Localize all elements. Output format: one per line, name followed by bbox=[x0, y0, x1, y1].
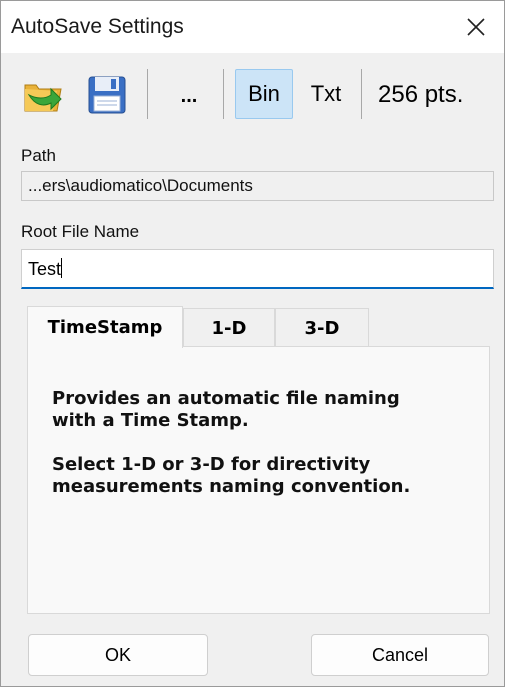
description-line: with a Time Stamp. bbox=[52, 410, 249, 431]
cancel-label: Cancel bbox=[371, 644, 429, 665]
browse-button[interactable]: ... bbox=[165, 73, 213, 119]
open-folder-button[interactable] bbox=[19, 71, 67, 119]
txt-label: Txt bbox=[310, 81, 342, 106]
text-caret bbox=[61, 258, 63, 278]
root-file-name-value: Test bbox=[28, 259, 62, 279]
path-label: Path bbox=[21, 146, 56, 165]
close-icon bbox=[467, 18, 485, 36]
toolbar-separator bbox=[147, 69, 148, 119]
toolbar-separator bbox=[361, 69, 362, 119]
tab-3d[interactable]: 3-D bbox=[275, 308, 369, 348]
tab-label: TimeStamp bbox=[47, 317, 163, 338]
browse-label: ... bbox=[180, 84, 198, 107]
window-title: AutoSave Settings bbox=[11, 15, 184, 38]
points-count: 256 pts. bbox=[378, 81, 464, 108]
tab-label: 1-D bbox=[211, 318, 247, 339]
cancel-button[interactable]: Cancel bbox=[311, 634, 489, 676]
description-line: Provides an automatic file naming bbox=[52, 388, 400, 409]
floppy-disk-icon bbox=[88, 76, 126, 114]
ok-label: OK bbox=[104, 644, 131, 665]
description-line: measurements naming convention. bbox=[52, 476, 411, 497]
bin-label: Bin bbox=[248, 81, 280, 106]
txt-format-button[interactable]: Txt bbox=[297, 69, 355, 119]
folder-green-arrow-icon bbox=[24, 84, 62, 112]
naming-tabs: TimeStamp 1-D 3-D Provides an automatic … bbox=[27, 306, 490, 614]
description-line: Select 1-D or 3-D for directivity bbox=[52, 454, 371, 475]
autosave-settings-dialog: AutoSave Settings ... Bin Txt 256 pts. P… bbox=[0, 0, 505, 687]
close-button[interactable] bbox=[448, 1, 504, 53]
tab-panel-timestamp: Provides an automatic file naming with a… bbox=[27, 346, 490, 614]
toolbar-separator bbox=[223, 69, 224, 119]
root-file-name-label: Root File Name bbox=[21, 222, 140, 241]
save-button[interactable] bbox=[83, 71, 131, 119]
toolbar: ... Bin Txt 256 pts. bbox=[1, 55, 504, 135]
path-field: ...ers\audiomatico\Documents bbox=[21, 171, 494, 201]
title-bar: AutoSave Settings bbox=[1, 1, 504, 53]
bin-format-button[interactable]: Bin bbox=[235, 69, 293, 119]
tab-1d[interactable]: 1-D bbox=[183, 308, 275, 348]
tab-label: 3-D bbox=[304, 318, 340, 339]
ok-button[interactable]: OK bbox=[28, 634, 208, 676]
path-value: ...ers\audiomatico\Documents bbox=[28, 176, 253, 195]
root-file-name-input[interactable]: Test bbox=[21, 249, 494, 289]
tab-timestamp[interactable]: TimeStamp bbox=[27, 306, 183, 348]
